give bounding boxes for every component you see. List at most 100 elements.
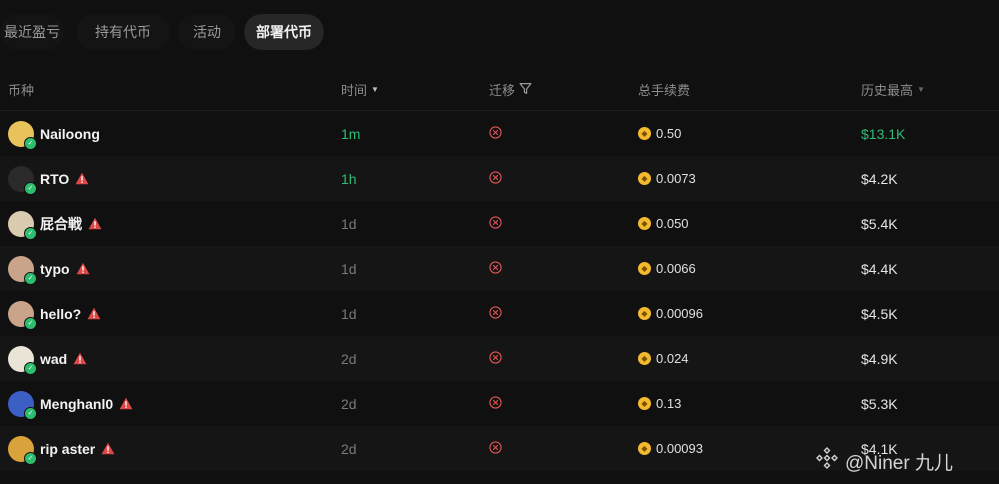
fee-cell: ◆ 0.0073 bbox=[638, 156, 696, 201]
fee-cell: ◆ 0.050 bbox=[638, 201, 689, 246]
x-circle-icon bbox=[489, 395, 502, 412]
verified-badge-icon: ✓ bbox=[24, 181, 37, 195]
fee-cell: ◆ 0.00096 bbox=[638, 291, 703, 336]
column-header-migrate: 迁移 bbox=[489, 80, 532, 99]
column-header-ath[interactable]: 历史最高 ▼ bbox=[861, 80, 925, 99]
fee-value: 0.0073 bbox=[656, 171, 696, 186]
token-cell[interactable]: ✓ Menghanl0 bbox=[8, 381, 133, 426]
bnb-coin-icon: ◆ bbox=[638, 442, 651, 455]
token-cell[interactable]: ✓ rip aster bbox=[8, 426, 115, 471]
fee-cell: ◆ 0.50 bbox=[638, 111, 681, 156]
token-cell[interactable]: ✓ RTO bbox=[8, 156, 89, 201]
watermark-logo bbox=[815, 446, 839, 476]
column-header-token: 币种 bbox=[8, 80, 34, 99]
column-header-time-label: 时间 bbox=[341, 83, 368, 98]
deploy-time: 2d bbox=[341, 350, 357, 367]
fee-value: 0.024 bbox=[656, 351, 689, 366]
verified-badge-icon: ✓ bbox=[24, 226, 37, 240]
deploy-time: 1m bbox=[341, 125, 361, 142]
verified-badge-icon: ✓ bbox=[24, 316, 37, 330]
bnb-coin-icon: ◆ bbox=[638, 307, 651, 320]
watermark-text: @Niner 九儿 bbox=[845, 452, 953, 474]
token-cell[interactable]: ✓ Nailoong bbox=[8, 111, 100, 156]
migrate-status bbox=[489, 381, 502, 426]
bnb-coin-icon: ◆ bbox=[638, 172, 651, 185]
verified-badge-icon: ✓ bbox=[24, 406, 37, 420]
x-circle-icon bbox=[489, 440, 502, 457]
migrate-status bbox=[489, 111, 502, 156]
token-avatar: ✓ bbox=[8, 300, 37, 330]
table-row[interactable]: ✓ Nailoong 1m ◆ 0.50 $13.1K bbox=[0, 111, 999, 156]
bnb-coin-icon: ◆ bbox=[638, 352, 651, 365]
table-row[interactable]: ✓ hello? 1d ◆ 0.00096 $4.5K bbox=[0, 291, 999, 336]
token-name[interactable]: Menghanl0 bbox=[40, 396, 113, 412]
fee-value: 0.00093 bbox=[656, 441, 703, 456]
token-name[interactable]: rip aster bbox=[40, 441, 95, 457]
column-header-time[interactable]: 时间 ▼ bbox=[341, 80, 379, 99]
token-name[interactable]: wad bbox=[40, 351, 67, 367]
warning-triangle-icon bbox=[75, 172, 89, 185]
warning-triangle-icon bbox=[101, 442, 115, 455]
warning-triangle-icon bbox=[88, 217, 102, 230]
table-row[interactable]: ✓ typo 1d ◆ 0.0066 $4.4K bbox=[0, 246, 999, 291]
ath-value: $5.3K bbox=[861, 395, 898, 412]
fee-value: 0.50 bbox=[656, 126, 682, 141]
token-cell[interactable]: ✓ hello? bbox=[8, 291, 101, 336]
token-avatar: ✓ bbox=[8, 165, 37, 195]
migrate-status bbox=[489, 156, 502, 201]
table-row[interactable]: ✓ Menghanl0 2d ◆ 0.13 $5.3K bbox=[0, 381, 999, 426]
ath-value: $4.9K bbox=[861, 350, 898, 367]
x-circle-icon bbox=[489, 350, 502, 367]
tab-holdings[interactable]: 持有代币 bbox=[76, 14, 170, 50]
deploy-time: 2d bbox=[341, 440, 357, 457]
token-avatar: ✓ bbox=[8, 390, 37, 420]
fee-cell: ◆ 0.00093 bbox=[638, 426, 703, 471]
verified-badge-icon: ✓ bbox=[24, 136, 37, 150]
tab-bar: 最近盈亏 持有代币 活动 部署代币 bbox=[0, 14, 324, 50]
table-row[interactable]: ✓ 屁合戦 1d ◆ 0.050 $5.4K bbox=[0, 201, 999, 246]
tab-recent-pnl[interactable]: 最近盈亏 bbox=[0, 14, 64, 50]
token-avatar: ✓ bbox=[8, 210, 37, 240]
x-circle-icon bbox=[489, 125, 502, 142]
fee-cell: ◆ 0.024 bbox=[638, 336, 689, 381]
token-avatar: ✓ bbox=[8, 435, 37, 465]
bnb-coin-icon: ◆ bbox=[638, 397, 651, 410]
verified-badge-icon: ✓ bbox=[24, 451, 37, 465]
column-header-fees: 总手续费 bbox=[638, 80, 690, 99]
column-header-token-label: 币种 bbox=[8, 83, 35, 98]
tab-deployed-tokens[interactable]: 部署代币 bbox=[244, 14, 324, 50]
table-row[interactable]: ✓ RTO 1h ◆ 0.0073 $4.2K bbox=[0, 156, 999, 201]
warning-triangle-icon bbox=[87, 307, 101, 320]
table-row[interactable]: ✓ wad 2d ◆ 0.024 $4.9K bbox=[0, 336, 999, 381]
caret-down-icon[interactable]: ▼ bbox=[371, 85, 379, 94]
table-header: 币种 时间 ▼ 迁移 总手续费 历史最高 ▼ bbox=[0, 66, 999, 111]
token-name[interactable]: 屁合戦 bbox=[40, 214, 82, 234]
ath-value: $13.1K bbox=[861, 125, 906, 142]
token-cell[interactable]: ✓ typo bbox=[8, 246, 90, 291]
fee-value: 0.13 bbox=[656, 396, 682, 411]
filter-icon[interactable] bbox=[519, 82, 532, 98]
warning-triangle-icon bbox=[119, 397, 133, 410]
fee-value: 0.050 bbox=[656, 216, 689, 231]
token-cell[interactable]: ✓ wad bbox=[8, 336, 87, 381]
token-name[interactable]: typo bbox=[40, 261, 70, 277]
deploy-time: 1d bbox=[341, 215, 357, 232]
token-avatar: ✓ bbox=[8, 345, 37, 375]
migrate-status bbox=[489, 426, 502, 471]
verified-badge-icon: ✓ bbox=[24, 271, 37, 285]
fee-cell: ◆ 0.13 bbox=[638, 381, 681, 426]
fee-cell: ◆ 0.0066 bbox=[638, 246, 696, 291]
bnb-coin-icon: ◆ bbox=[638, 262, 651, 275]
column-header-fees-label: 总手续费 bbox=[638, 83, 691, 98]
token-name[interactable]: hello? bbox=[40, 306, 81, 322]
token-cell[interactable]: ✓ 屁合戦 bbox=[8, 201, 102, 246]
tab-activity[interactable]: 活动 bbox=[178, 14, 236, 50]
migrate-status bbox=[489, 336, 502, 381]
x-circle-icon bbox=[489, 170, 502, 187]
migrate-status bbox=[489, 246, 502, 291]
token-name[interactable]: RTO bbox=[40, 171, 69, 187]
caret-down-icon[interactable]: ▼ bbox=[917, 85, 925, 94]
migrate-status bbox=[489, 291, 502, 336]
token-name[interactable]: Nailoong bbox=[40, 126, 100, 142]
ath-value: $4.4K bbox=[861, 260, 898, 277]
